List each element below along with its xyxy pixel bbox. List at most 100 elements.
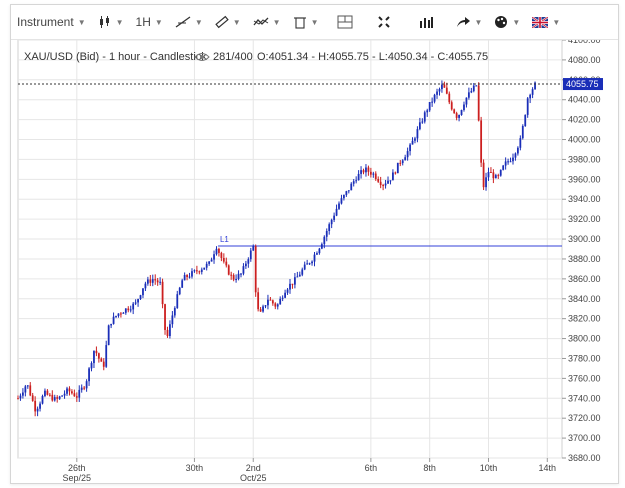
- trendline-icon: [175, 15, 191, 29]
- candle-body: [306, 263, 309, 265]
- candle-body: [512, 157, 514, 162]
- candle-body: [384, 183, 387, 186]
- candle-body: [421, 121, 424, 123]
- y-tick-label: 3980.00: [568, 154, 601, 164]
- candle-body: [154, 279, 157, 281]
- candle-body: [24, 386, 27, 393]
- candle-body: [487, 171, 490, 178]
- candle-body: [294, 277, 296, 285]
- candle-body: [173, 308, 176, 316]
- candle-body: [220, 252, 223, 259]
- line-tool-button[interactable]: ▼: [169, 5, 209, 39]
- candle-body: [17, 398, 19, 400]
- candle-body: [200, 269, 203, 272]
- candle-body: [526, 98, 529, 115]
- candle-body: [105, 345, 108, 367]
- candle-body: [257, 292, 260, 310]
- indicators-button[interactable]: ▼: [247, 5, 287, 39]
- candle-body: [269, 299, 272, 301]
- candle-body: [433, 94, 436, 102]
- ruler-tool-button[interactable]: ▼: [209, 5, 247, 39]
- candle-body: [222, 258, 225, 262]
- candle-body: [470, 91, 473, 93]
- y-axis: 3680.00 3700.00 3720.00 3740.00 3760.00 3780.…: [562, 40, 601, 463]
- candle-body: [198, 271, 201, 273]
- candle-body: [436, 91, 438, 95]
- candle-body: [392, 172, 394, 181]
- fullscreen-button[interactable]: [371, 5, 397, 39]
- candle-body: [122, 312, 125, 314]
- trash-icon: [293, 15, 307, 29]
- x-tick-label: 26th: [68, 463, 86, 473]
- chevron-down-icon: ▼: [512, 17, 521, 27]
- candle-body: [524, 114, 527, 127]
- candle-body: [338, 203, 340, 209]
- candle-body: [230, 274, 233, 276]
- candle-body: [80, 387, 83, 390]
- chevron-down-icon: ▼: [115, 17, 124, 27]
- candle-body: [409, 144, 411, 152]
- volume-button[interactable]: [413, 5, 439, 39]
- candle-body: [318, 248, 321, 254]
- y-tick-label: 3800.00: [568, 334, 601, 344]
- candle-body: [120, 313, 122, 315]
- y-tick-label: 3760.00: [568, 373, 601, 383]
- instrument-label: Instrument: [17, 15, 74, 29]
- candle-body: [186, 275, 188, 278]
- candle-body: [247, 259, 250, 264]
- fullscreen-icon: [377, 15, 391, 29]
- candle-body: [516, 147, 519, 154]
- symbol-text: XAU/USD (Bid) - 1 hour - Candlestick: [24, 51, 207, 63]
- candle-body: [367, 167, 370, 172]
- candle-body: [149, 279, 152, 283]
- candle-body: [271, 300, 274, 304]
- chart-type-button[interactable]: ▼: [92, 5, 130, 39]
- candle-body: [274, 303, 277, 307]
- delete-button[interactable]: ▼: [287, 5, 325, 39]
- candle-body: [448, 93, 451, 103]
- candle-body: [374, 173, 377, 180]
- candle-body: [406, 151, 409, 158]
- candle-body: [480, 120, 483, 163]
- candle-body: [93, 350, 95, 364]
- candle-body: [71, 391, 73, 394]
- timeframe-label: 1H: [135, 15, 151, 29]
- candle-body: [36, 408, 39, 412]
- layout-button[interactable]: [331, 5, 359, 39]
- timeframe-button[interactable]: 1H ▼: [130, 5, 169, 39]
- candle-body: [195, 270, 198, 272]
- y-tick-label: 3900.00: [568, 234, 601, 244]
- plot-area: [17, 40, 563, 459]
- candle-body: [296, 276, 299, 278]
- candlestick-chart[interactable]: L1 3680.00 3700.00 3720.00 3740.00 3760.00 37…: [11, 40, 618, 483]
- candle-body: [276, 304, 279, 307]
- chevron-down-icon: ▼: [474, 17, 483, 27]
- candle-body: [467, 92, 470, 98]
- candle-body: [205, 263, 208, 268]
- y-tick-label: 3840.00: [568, 294, 601, 304]
- candle-body: [414, 138, 416, 141]
- candle-body: [252, 246, 255, 251]
- share-button[interactable]: ▼: [449, 5, 489, 39]
- candle-body: [343, 194, 345, 199]
- candle-body: [379, 181, 382, 186]
- candle-body: [183, 275, 186, 281]
- candle-body: [51, 394, 54, 401]
- candle-body: [298, 274, 301, 277]
- candle-body: [144, 283, 147, 289]
- language-button[interactable]: ▼: [526, 5, 566, 39]
- x-tick-label: 14th: [539, 463, 557, 473]
- y-tick-label: 3740.00: [568, 393, 601, 403]
- chart-widget: Instrument ▼ ▼ 1H ▼ ▼ ▼ ▼ ▼ ▼ ▼ ▼ L1 368…: [10, 4, 619, 484]
- candle-body: [142, 288, 144, 296]
- instrument-button[interactable]: Instrument ▼: [11, 5, 92, 39]
- x-tick-label: 30th: [186, 463, 204, 473]
- y-tick-label: 4080.00: [568, 55, 601, 65]
- candle-body: [475, 85, 478, 87]
- candle-body: [178, 287, 181, 295]
- settings-button[interactable]: ▼: [488, 5, 526, 39]
- candle-body: [482, 162, 485, 188]
- chart-header: XAU/USD (Bid) - 1 hour - Candlestick 281…: [24, 51, 488, 63]
- candle-body: [438, 89, 441, 92]
- y-tick-label: 3820.00: [568, 314, 601, 324]
